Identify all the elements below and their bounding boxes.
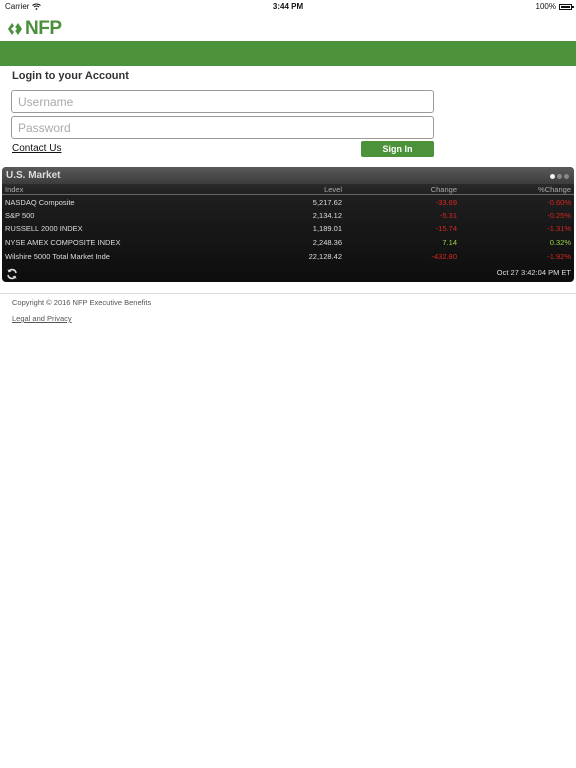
username-field[interactable] <box>11 90 434 113</box>
index-change: -432.80 <box>431 252 457 261</box>
market-row: NASDAQ Composite 5,217.62 -33.69 -0.60% <box>2 196 574 209</box>
market-row: S&P 500 2,134.12 -5.31 -0.25% <box>2 209 574 222</box>
index-pct-change: 0.32% <box>549 238 571 247</box>
index-change: 7.14 <box>442 238 457 247</box>
index-name: RUSSELL 2000 INDEX <box>5 224 83 233</box>
header-bar <box>0 41 576 66</box>
market-title: U.S. Market <box>6 170 61 181</box>
footer-divider <box>0 293 576 294</box>
index-pct-change: -1.92% <box>547 252 571 261</box>
index-change: -15.74 <box>435 224 457 233</box>
index-name: NYSE AMEX COMPOSITE INDEX <box>5 238 121 247</box>
index-change: -33.69 <box>435 198 457 207</box>
index-pct-change: -1.31% <box>547 224 571 233</box>
index-name: NASDAQ Composite <box>5 198 75 207</box>
refresh-icon[interactable] <box>6 268 18 280</box>
market-row: RUSSELL 2000 INDEX 1,189.01 -15.74 -1.31… <box>2 222 574 235</box>
index-pct-change: -0.60% <box>547 198 571 207</box>
index-pct-change: -0.25% <box>547 211 571 220</box>
contact-us-link[interactable]: Contact Us <box>12 143 61 154</box>
index-level: 2,248.36 <box>312 238 342 247</box>
battery-label: 100% <box>535 2 556 11</box>
column-header-pct-change: %Change <box>538 185 571 194</box>
column-header-change: Change <box>430 185 457 194</box>
nfp-logo-mark-icon <box>8 23 22 35</box>
page-dot[interactable] <box>550 174 555 179</box>
login-title: Login to your Account <box>12 70 129 82</box>
status-bar: Carrier 3:44 PM 100% <box>0 0 576 12</box>
column-header-index: Index <box>5 185 24 194</box>
index-level: 1,189.01 <box>312 224 342 233</box>
battery-icon <box>559 3 574 10</box>
market-row: NYSE AMEX COMPOSITE INDEX 2,248.36 7.14 … <box>2 236 574 249</box>
index-name: S&P 500 <box>5 211 35 220</box>
market-row: Wilshire 5000 Total Market Inde 22,128.4… <box>2 250 574 263</box>
battery-indicator: 100% <box>535 2 574 11</box>
column-header-level: Level <box>324 185 342 194</box>
logo-text: NFP <box>25 18 62 39</box>
market-timestamp: Oct 27 3:42:04 PM ET <box>496 268 571 277</box>
page-dot[interactable] <box>557 174 562 179</box>
index-name: Wilshire 5000 Total Market Inde <box>5 252 110 261</box>
page-dot[interactable] <box>564 174 569 179</box>
copyright-text: Copyright © 2016 NFP Executive Benefits <box>12 298 152 307</box>
nfp-logo: NFP <box>7 18 62 40</box>
password-field[interactable] <box>11 116 434 139</box>
index-level: 2,134.12 <box>312 211 342 220</box>
sign-in-button[interactable]: Sign In <box>361 141 434 157</box>
market-header: U.S. Market <box>2 167 574 184</box>
index-level: 22,128.42 <box>308 252 342 261</box>
index-level: 5,217.62 <box>312 198 342 207</box>
clock: 3:44 PM <box>272 2 304 11</box>
market-column-headers: Index Level Change %Change <box>2 185 574 195</box>
page-dots[interactable] <box>550 174 569 179</box>
legal-privacy-link[interactable]: Legal and Privacy <box>12 314 72 323</box>
us-market-widget: U.S. Market Index Level Change %Change N… <box>2 167 574 282</box>
index-change: -5.31 <box>439 211 457 220</box>
